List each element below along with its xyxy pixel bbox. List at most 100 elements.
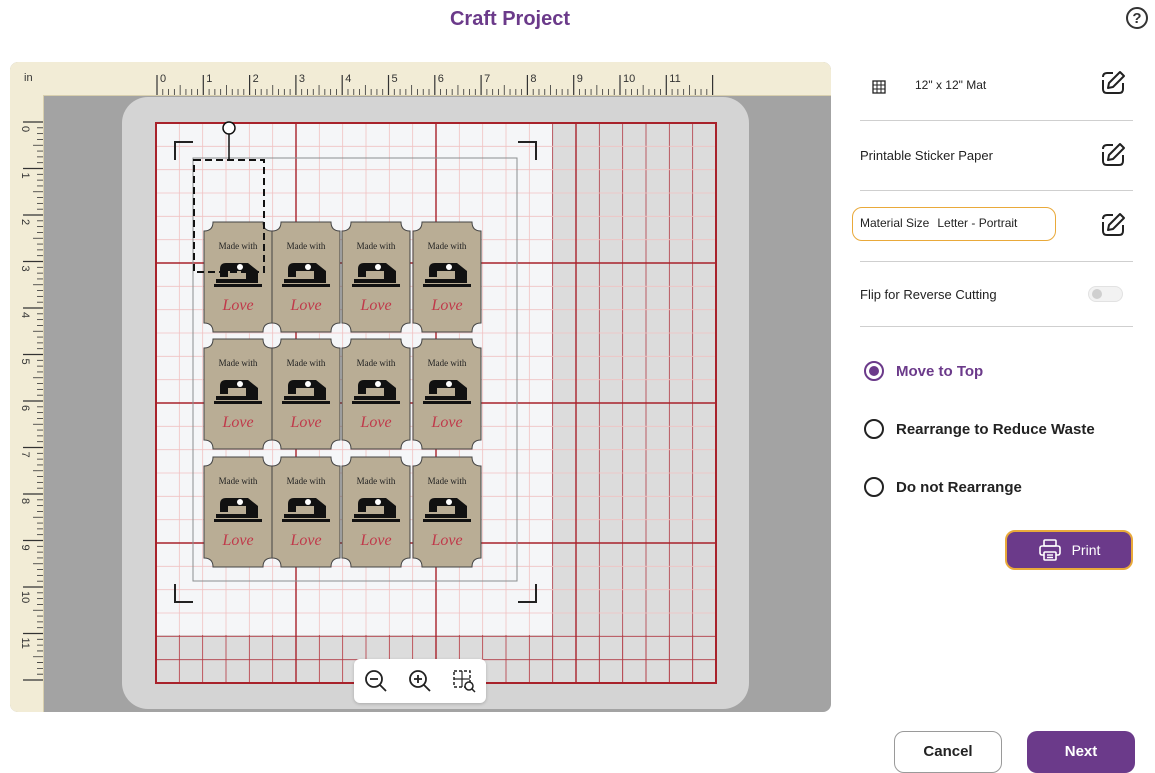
sticker-shape	[412, 338, 482, 450]
sticker: Made with Love	[412, 456, 482, 568]
flower-icon	[446, 264, 452, 270]
material-label: Printable Sticker Paper	[860, 148, 993, 163]
help-icon[interactable]: ?	[1126, 7, 1148, 29]
radio-do-not-rearrange[interactable]: Do not Rearrange	[864, 476, 1022, 498]
sticker-text: Made with	[357, 358, 396, 368]
sticker-love-text: Love	[221, 414, 253, 431]
radio-label: Rearrange to Reduce Waste	[896, 420, 1095, 438]
sticker-love-text: Love	[221, 297, 253, 314]
sticker-text: Made with	[357, 241, 396, 251]
flower-icon	[305, 381, 311, 387]
canvas-area[interactable]: in 0 1 2 3 4 5 6 7 8 9 10 11 0 1 2 3 4 5 6 7 8 9 10 11 Made wi…	[10, 62, 831, 712]
sticker-text: Made with	[428, 476, 467, 486]
divider	[860, 190, 1133, 191]
sticker-love-text: Love	[430, 532, 462, 549]
sticker-shape	[271, 221, 341, 333]
sticker: Made with Love	[271, 338, 341, 450]
flower-icon	[446, 499, 452, 505]
sewing-machine-base	[214, 519, 262, 522]
flower-icon	[237, 499, 243, 505]
sticker: Made with Love	[412, 338, 482, 450]
page-title: Craft Project	[449, 8, 571, 30]
material-size-value: Letter - Portrait	[937, 216, 1018, 230]
sticker: Made with Love	[203, 338, 273, 450]
material-size-field[interactable]: Material Size Letter - Portrait	[852, 207, 1056, 241]
sticker-love-text: Love	[289, 414, 321, 431]
radio-label: Do not Rearrange	[896, 478, 1022, 496]
sticker: Made with Love	[271, 221, 341, 333]
radio-unselected-icon[interactable]	[864, 419, 884, 439]
sticker: Made with Love	[271, 456, 341, 568]
sticker: Made with Love	[412, 221, 482, 333]
divider	[860, 120, 1133, 121]
sewing-machine-base	[352, 519, 400, 522]
sticker-text: Made with	[219, 476, 258, 486]
sewing-machine-base	[214, 401, 262, 404]
zoom-in-icon[interactable]	[405, 666, 435, 696]
radio-move-to-top[interactable]: Move to Top	[864, 360, 983, 382]
sticker-shape	[203, 338, 273, 450]
sticker-text: Made with	[287, 476, 326, 486]
next-button[interactable]: Next	[1027, 731, 1135, 773]
sticker-love-text: Love	[430, 297, 462, 314]
zoom-out-icon[interactable]	[361, 666, 391, 696]
flower-icon	[237, 264, 243, 270]
sticker-shape	[341, 456, 411, 568]
flower-icon	[305, 499, 311, 505]
sewing-machine-base	[423, 519, 471, 522]
sticker-text: Made with	[357, 476, 396, 486]
sticker-shape	[203, 456, 273, 568]
radio-rearrange-reduce-waste[interactable]: Rearrange to Reduce Waste	[864, 418, 1095, 440]
flower-icon	[446, 381, 452, 387]
radio-label: Move to Top	[896, 362, 984, 380]
sewing-machine-base	[282, 401, 330, 404]
sticker-shape	[412, 456, 482, 568]
sewing-machine-base	[423, 284, 471, 287]
edit-material-icon[interactable]	[1098, 140, 1128, 170]
mat-grid-icon	[872, 80, 886, 94]
flip-toggle[interactable]	[1088, 286, 1123, 302]
sewing-machine-base	[214, 284, 262, 287]
sticker-love-text: Love	[359, 297, 391, 314]
sticker-love-text: Love	[359, 414, 391, 431]
sticker-shape	[341, 338, 411, 450]
sewing-machine-base	[282, 284, 330, 287]
divider	[860, 326, 1133, 327]
sticker-love-text: Love	[289, 532, 321, 549]
flower-icon	[375, 381, 381, 387]
sewing-machine-base	[282, 519, 330, 522]
sticker-shape	[341, 221, 411, 333]
sticker: Made with Love	[341, 456, 411, 568]
toggle-knob	[1092, 289, 1102, 299]
radio-unselected-icon[interactable]	[864, 477, 884, 497]
flower-icon	[237, 381, 243, 387]
sticker-shape	[271, 338, 341, 450]
sewing-machine-base	[352, 284, 400, 287]
sticker-text: Made with	[428, 241, 467, 251]
print-label: Print	[1071, 542, 1101, 558]
flower-icon	[375, 499, 381, 505]
mat-grid-and-stickers[interactable]: Made with Love Made with Love Made with Love M…	[10, 62, 831, 712]
zoom-fit-icon[interactable]	[449, 666, 479, 696]
flower-icon	[305, 264, 311, 270]
sticker-shape	[271, 456, 341, 568]
sticker-love-text: Love	[221, 532, 253, 549]
edit-material-size-icon[interactable]	[1098, 210, 1128, 240]
sticker-text: Made with	[219, 358, 258, 368]
sticker-text: Made with	[287, 358, 326, 368]
edit-mat-icon[interactable]	[1098, 68, 1128, 98]
sticker: Made with Love	[203, 221, 273, 333]
cancel-button[interactable]: Cancel	[894, 731, 1002, 773]
sticker: Made with Love	[203, 456, 273, 568]
sticker-shape	[203, 221, 273, 333]
sticker-text: Made with	[428, 358, 467, 368]
material-size-label: Material Size	[860, 216, 930, 230]
sticker-text: Made with	[287, 241, 326, 251]
sewing-machine-base	[423, 401, 471, 404]
sticker: Made with Love	[341, 221, 411, 333]
radio-selected-icon[interactable]	[864, 361, 884, 381]
sticker-love-text: Love	[359, 532, 391, 549]
print-button[interactable]: Print	[1005, 530, 1133, 570]
sticker: Made with Love	[341, 338, 411, 450]
rotate-handle	[222, 121, 236, 135]
